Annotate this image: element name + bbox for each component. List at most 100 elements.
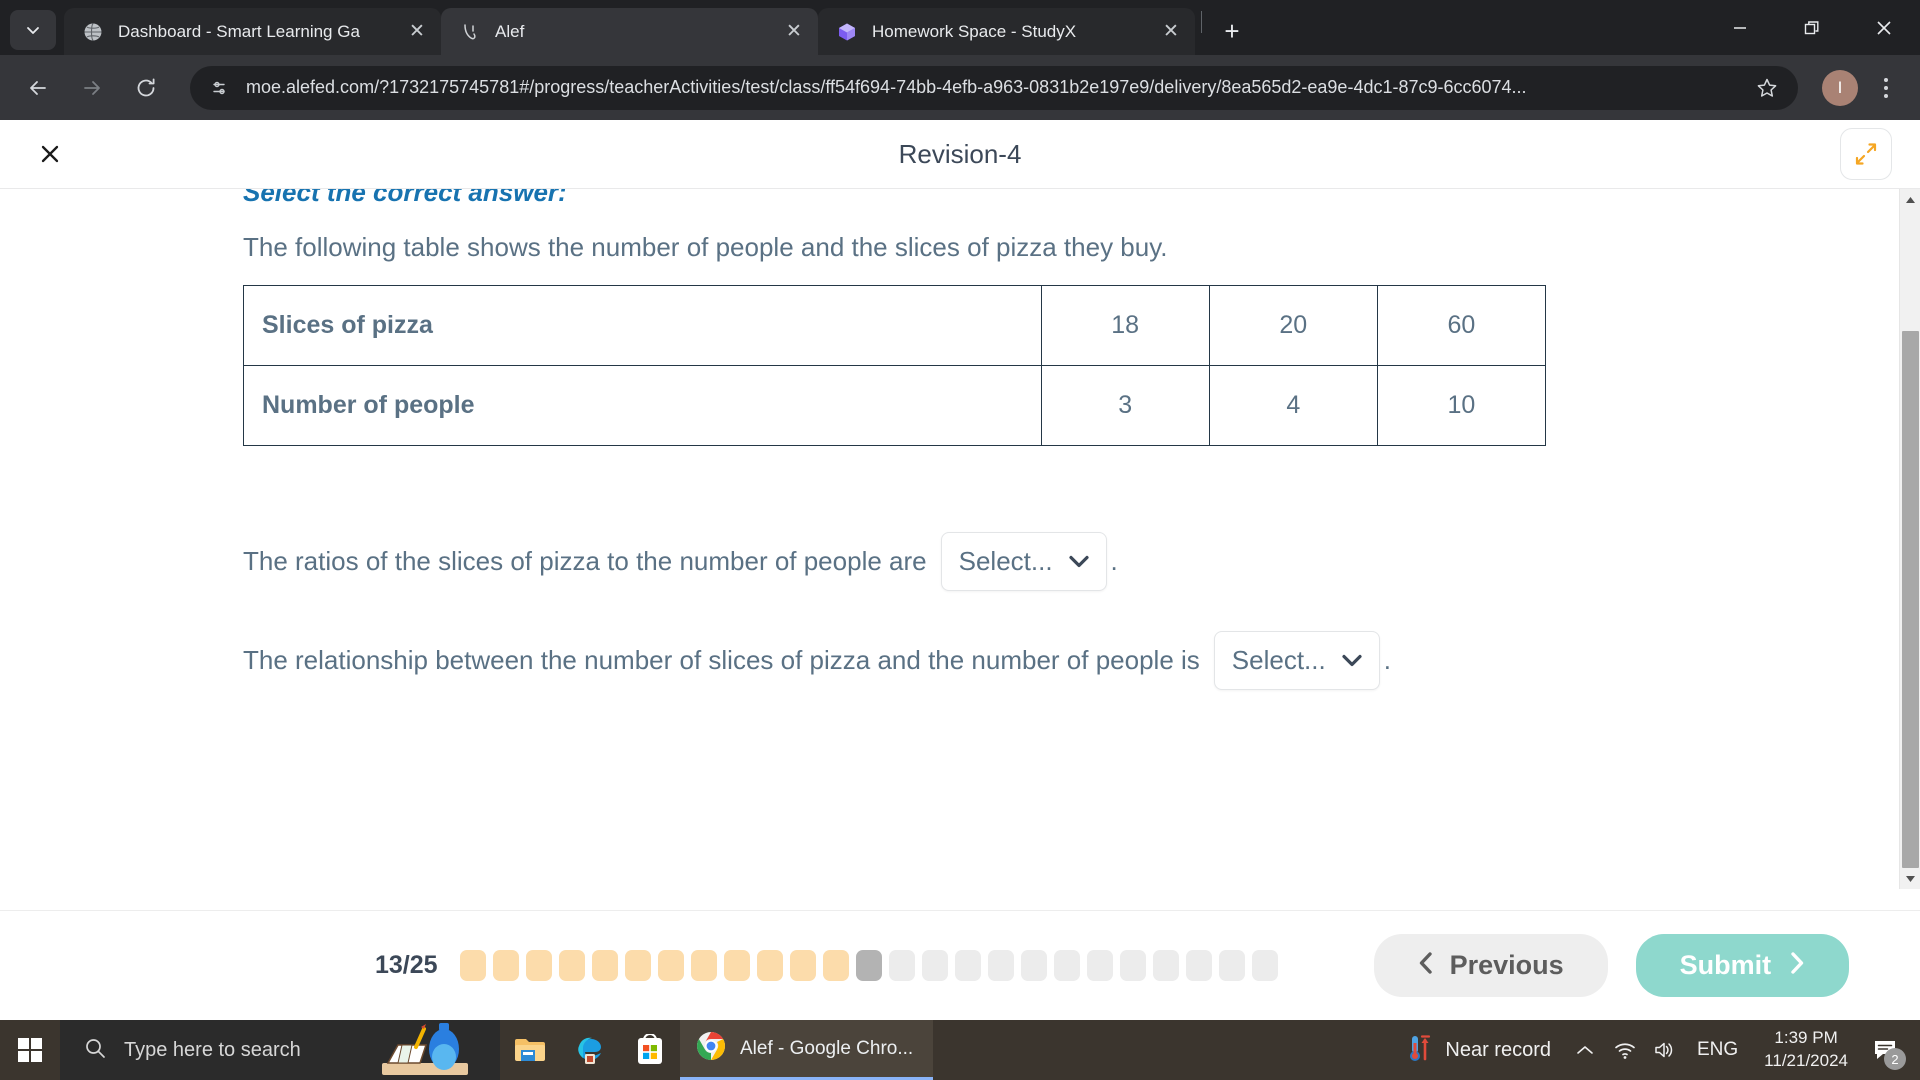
progress-dot-14[interactable] [888, 950, 915, 981]
wifi-icon [1615, 1043, 1635, 1059]
progress-dot-6[interactable] [624, 950, 651, 981]
tab-close-button[interactable]: ✕ [1157, 18, 1185, 46]
close-icon [41, 145, 59, 163]
table-row-label: Number of people [243, 365, 1042, 446]
expand-arrows-icon [1855, 143, 1877, 165]
progress-dot-21[interactable] [1119, 950, 1146, 981]
dropdown-value: Select... [1231, 645, 1326, 675]
taskbar-window-chrome[interactable]: Alef - Google Chro... [680, 1020, 934, 1080]
submit-button[interactable]: Submit [1635, 934, 1850, 997]
activity-close-button[interactable] [32, 136, 68, 172]
progress-dot-16[interactable] [954, 950, 981, 981]
progress-dot-7[interactable] [657, 950, 684, 981]
taskbar-microsoft-edge[interactable] [560, 1020, 620, 1080]
alef-icon [459, 21, 481, 43]
progress-dot-18[interactable] [1020, 950, 1047, 981]
caret-up-icon [1905, 196, 1915, 203]
tray-clock[interactable]: 1:39 PM 11/21/2024 [1750, 1027, 1862, 1073]
submit-label: Submit [1679, 950, 1772, 980]
progress-dot-3[interactable] [525, 950, 552, 981]
tab-title: Homework Space - StudyX [872, 21, 1077, 41]
cortana-desk-icon[interactable] [364, 1015, 484, 1080]
previous-button[interactable]: Previous [1373, 934, 1608, 997]
progress-dot-12[interactable] [822, 950, 849, 981]
progress-dot-10[interactable] [756, 950, 783, 981]
progress-counter: 13/25 [375, 951, 438, 979]
window-restore-button[interactable] [1776, 0, 1848, 55]
taskbar-microsoft-store[interactable] [620, 1020, 680, 1080]
tray-overflow-button[interactable] [1565, 1020, 1605, 1080]
arrow-left-icon [30, 80, 46, 95]
taskbar-window-label: Alef - Google Chro... [740, 1037, 914, 1059]
site-settings-icon[interactable] [206, 73, 236, 103]
file-explorer-icon [515, 1039, 545, 1061]
relationship-select-dropdown[interactable]: Select... [1213, 631, 1380, 690]
start-button[interactable] [0, 1020, 60, 1080]
tray-weather[interactable]: Near record [1393, 1033, 1565, 1068]
fullscreen-button[interactable] [1840, 128, 1892, 180]
tray-notifications-button[interactable]: 2 [1862, 1020, 1908, 1080]
progress-dot-1[interactable] [459, 950, 486, 981]
tab-title: Alef [495, 21, 525, 41]
page-scrollbar[interactable] [1899, 189, 1920, 889]
progress-dot-20[interactable] [1086, 950, 1113, 981]
window-controls [1704, 0, 1920, 55]
progress-dot-23[interactable] [1185, 950, 1212, 981]
arrow-right-icon [84, 80, 100, 95]
chevron-left-icon [1418, 951, 1434, 980]
progress-dot-24[interactable] [1218, 950, 1245, 981]
taskbar-search-box[interactable]: Type here to search [60, 1020, 500, 1080]
browser-window: Dashboard - Smart Learning Ga ✕ Alef ✕ H… [0, 0, 1920, 1080]
browser-tab-alef[interactable]: Alef ✕ [441, 8, 818, 55]
scroll-down-button[interactable] [1900, 868, 1920, 889]
table-cell: 4 [1208, 365, 1378, 446]
new-tab-button[interactable]: + [1212, 11, 1252, 51]
globe-icon [82, 21, 104, 43]
kebab-dot [1884, 93, 1888, 98]
browser-tab-dashboard[interactable]: Dashboard - Smart Learning Ga ✕ [64, 8, 441, 55]
caret-down-icon [1905, 875, 1915, 882]
question-body: Select the correct answer: The following… [0, 189, 1920, 690]
table-cell: 20 [1208, 285, 1378, 366]
ratio-select-dropdown[interactable]: Select... [940, 532, 1107, 591]
tray-network-button[interactable] [1605, 1020, 1645, 1080]
taskbar-file-explorer[interactable] [500, 1020, 560, 1080]
table-cell: 18 [1040, 285, 1210, 366]
progress-dot-25[interactable] [1251, 950, 1278, 981]
tray-volume-button[interactable] [1645, 1020, 1685, 1080]
forward-button[interactable] [68, 64, 116, 112]
browser-tab-studyx[interactable]: Homework Space - StudyX ✕ [818, 8, 1195, 55]
reload-button[interactable] [122, 64, 170, 112]
scroll-up-button[interactable] [1900, 189, 1920, 210]
progress-dot-2[interactable] [492, 950, 519, 981]
progress-dot-15[interactable] [921, 950, 948, 981]
progress-dot-4[interactable] [558, 950, 585, 981]
answer-sentence-1: The ratios of the slices of pizza to the… [243, 532, 1920, 591]
progress-dot-11[interactable] [789, 950, 816, 981]
progress-dot-9[interactable] [723, 950, 750, 981]
progress-dot-22[interactable] [1152, 950, 1179, 981]
window-close-button[interactable] [1848, 0, 1920, 55]
browser-menu-button[interactable] [1866, 66, 1906, 110]
bookmark-star-icon[interactable] [1746, 67, 1788, 109]
back-button[interactable] [14, 64, 62, 112]
progress-dot-13[interactable] [855, 950, 882, 981]
progress-dot-5[interactable] [591, 950, 618, 981]
reload-icon [137, 78, 155, 96]
tray-language[interactable]: ENG [1685, 1039, 1750, 1061]
progress-dot-17[interactable] [987, 950, 1014, 981]
data-table: Slices of pizza 18 20 60 Number of peopl… [243, 285, 1547, 446]
progress-dot-8[interactable] [690, 950, 717, 981]
notification-count-badge: 2 [1884, 1048, 1906, 1070]
progress-dot-19[interactable] [1053, 950, 1080, 981]
microsoft-edge-icon [578, 1037, 601, 1064]
tab-search-button[interactable] [10, 10, 56, 50]
taskbar-search-placeholder: Type here to search [124, 1038, 301, 1061]
window-minimize-button[interactable] [1704, 0, 1776, 55]
profile-avatar[interactable]: I [1822, 69, 1858, 106]
tab-close-button[interactable]: ✕ [403, 18, 431, 46]
tab-close-button[interactable]: ✕ [780, 18, 808, 46]
scrollbar-thumb[interactable] [1902, 331, 1919, 868]
tray-weather-text: Near record [1445, 1038, 1551, 1061]
address-bar[interactable]: moe.alefed.com/?1732175745781#/progress/… [190, 65, 1798, 110]
